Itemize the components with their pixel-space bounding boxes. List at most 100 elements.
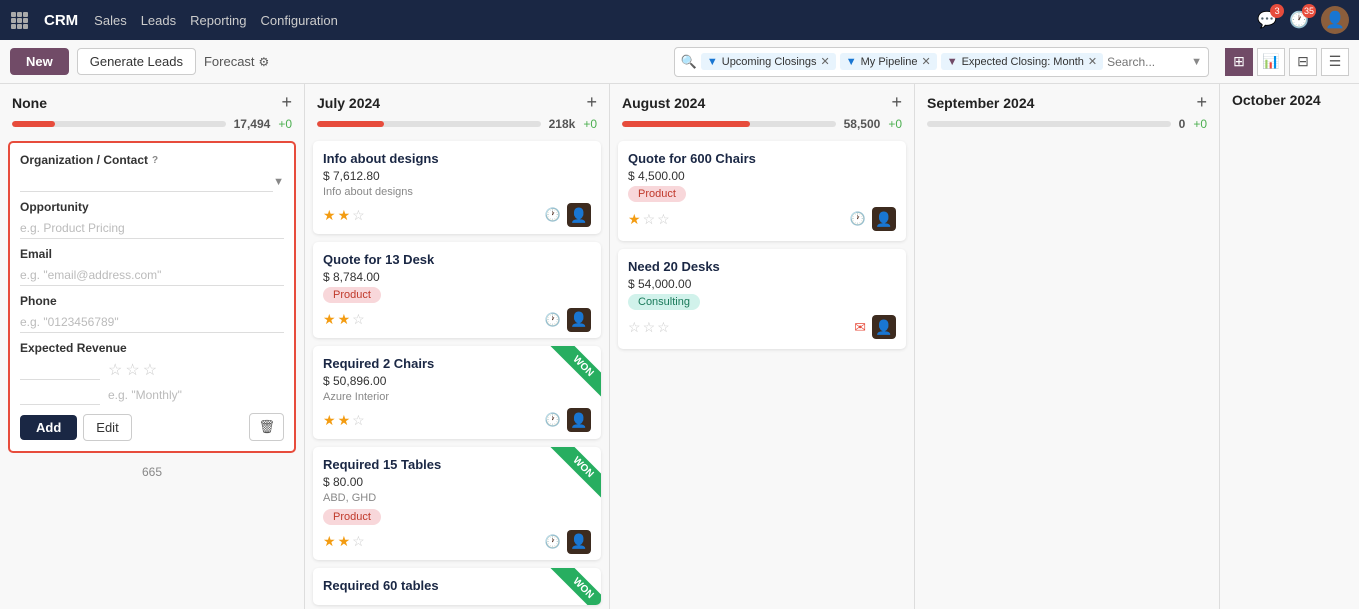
card-quote-13desk[interactable]: Quote for 13 Desk $ 8,784.00 Product ★ ★… (313, 242, 601, 339)
column-august-amount: 58,500 (844, 117, 881, 131)
card-need-20desks[interactable]: Need 20 Desks $ 54,000.00 Consulting ☆ ☆… (618, 249, 906, 349)
edit-button[interactable]: Edit (83, 414, 131, 441)
column-july-cards: Info about designs $ 7,612.80 Info about… (305, 137, 609, 609)
gear-icon[interactable]: ⚙ (259, 55, 270, 69)
column-july-plus: +0 (583, 117, 597, 131)
revenue-input[interactable]: $ 0.00 (20, 359, 100, 380)
tag-consulting: Consulting (628, 294, 700, 310)
email-input[interactable] (20, 265, 284, 286)
org-contact-input-row: ▼ (20, 171, 284, 192)
column-none-add-icon[interactable]: + (281, 92, 292, 113)
card-avatar: 👤 (567, 530, 591, 554)
card-footer: ★ ★ ☆ 🕐 👤 (323, 203, 591, 227)
new-button[interactable]: New (10, 48, 69, 75)
filter-my-pipeline[interactable]: ▼ My Pipeline ✕ (840, 53, 937, 70)
card-icons: ✉ 👤 (854, 315, 896, 339)
filter-close-icon-2[interactable]: ✕ (921, 55, 930, 68)
card-tags: Product (323, 287, 591, 303)
star-1: ★ (323, 207, 336, 224)
search-dropdown-icon[interactable]: ▼ (1191, 56, 1202, 68)
column-september-add-icon[interactable]: + (1196, 92, 1207, 113)
user-avatar[interactable]: 👤 (1321, 6, 1349, 34)
star-3[interactable]: ☆ (143, 360, 157, 380)
card-required-60tables[interactable]: WON Required 60 tables (313, 568, 601, 605)
card-title: Quote for 600 Chairs (628, 151, 896, 166)
filter-close-icon[interactable]: ✕ (821, 55, 830, 68)
search-input[interactable] (1107, 55, 1187, 69)
card-stars: ★ ★ ☆ (323, 412, 365, 429)
card-required-15tables[interactable]: WON Required 15 Tables $ 80.00 ABD, GHD … (313, 447, 601, 560)
column-september2024: September 2024 + 0 +0 (915, 84, 1220, 609)
card-icons: 🕐 👤 (850, 207, 896, 231)
clock-icon: 🕐 (545, 312, 561, 328)
search-icon: 🔍 (681, 54, 697, 70)
column-august-progress (622, 121, 836, 127)
phone-row: Phone (20, 294, 284, 333)
delete-button[interactable]: 🗑 (249, 413, 284, 441)
nav-configuration[interactable]: Configuration (261, 13, 338, 28)
help-icon: ? (152, 155, 158, 166)
card-title: Info about designs (323, 151, 591, 166)
view-toggle: ⊞ 📊 ⊟ ☰ (1225, 48, 1349, 76)
monthly-row: $ 0.00 e.g. "Monthly" (20, 384, 284, 405)
star-3: ☆ (352, 207, 365, 224)
graph-view-button[interactable]: 📊 (1257, 48, 1285, 76)
column-october-title: October 2024 (1232, 92, 1321, 108)
star-3: ☆ (657, 319, 670, 336)
clock-icon: 🕐 (545, 207, 561, 223)
opportunity-input[interactable] (20, 218, 284, 239)
toolbar: New Generate Leads Forecast ⚙ 🔍 ▼ Upcomi… (0, 40, 1359, 84)
app-grid-icon[interactable] (10, 11, 28, 29)
column-september-stats: 0 +0 (915, 117, 1219, 137)
column-august-add-icon[interactable]: + (891, 92, 902, 113)
activity-icon[interactable]: 🕐 35 (1289, 10, 1309, 30)
org-contact-dropdown-icon[interactable]: ▼ (273, 176, 284, 188)
org-contact-input[interactable] (20, 171, 273, 192)
card-footer: ☆ ☆ ☆ ✉ 👤 (628, 315, 896, 339)
filter-expected-closing[interactable]: ▼ Expected Closing: Month ✕ (941, 53, 1103, 70)
card-info-designs[interactable]: Info about designs $ 7,612.80 Info about… (313, 141, 601, 234)
star-2: ★ (338, 412, 351, 429)
nav-reporting[interactable]: Reporting (190, 13, 246, 28)
nav-icons: 💬 3 🕐 35 👤 (1257, 6, 1349, 34)
star-3: ☆ (352, 311, 365, 328)
card-icons: 🕐 👤 (545, 530, 591, 554)
generate-leads-button[interactable]: Generate Leads (77, 48, 196, 75)
star-2[interactable]: ☆ (125, 360, 139, 380)
messages-icon[interactable]: 💬 3 (1257, 10, 1277, 30)
column-july-add-icon[interactable]: + (586, 92, 597, 113)
forecast-link[interactable]: Forecast ⚙ (204, 54, 269, 69)
add-button[interactable]: Add (20, 415, 77, 440)
star-1[interactable]: ☆ (108, 360, 122, 380)
message-count: 3 (1270, 4, 1284, 18)
opportunity-row: Opportunity (20, 200, 284, 239)
nav-sales[interactable]: Sales (94, 13, 127, 28)
email-icon: ✉ (854, 319, 866, 336)
card-amount: $ 8,784.00 (323, 270, 591, 284)
monthly-input[interactable]: $ 0.00 (20, 384, 100, 405)
card-title: Required 15 Tables (323, 457, 591, 472)
card-sub: ABD, GHD (323, 492, 591, 504)
card-required-2chairs[interactable]: WON Required 2 Chairs $ 50,896.00 Azure … (313, 346, 601, 439)
search-bar: 🔍 ▼ Upcoming Closings ✕ ▼ My Pipeline ✕ … (674, 47, 1209, 77)
phone-input[interactable] (20, 312, 284, 333)
card-quote-600chairs[interactable]: Quote for 600 Chairs $ 4,500.00 Product … (618, 141, 906, 241)
column-september-plus: +0 (1193, 117, 1207, 131)
monthly-placeholder: e.g. "Monthly" (108, 388, 182, 402)
card-avatar: 👤 (872, 207, 896, 231)
kanban-view-button[interactable]: ⊞ (1225, 48, 1253, 76)
column-none: None + 17,494 +0 Organization / Contact … (0, 84, 305, 609)
column-october-header: October 2024 (1220, 84, 1359, 112)
list-view-button[interactable]: ⊟ (1289, 48, 1317, 76)
card-footer: ★ ☆ ☆ 🕐 👤 (628, 207, 896, 231)
nav-leads[interactable]: Leads (141, 13, 176, 28)
filter-upcoming-closings[interactable]: ▼ Upcoming Closings ✕ (701, 53, 836, 70)
clock-icon: 🕐 (545, 412, 561, 428)
table-view-button[interactable]: ☰ (1321, 48, 1349, 76)
column-july-progress (317, 121, 541, 127)
card-tags: Consulting (628, 294, 896, 310)
column-none-title: None (12, 95, 47, 111)
column-july-header: July 2024 + (305, 84, 609, 117)
filter-close-icon-3[interactable]: ✕ (1088, 55, 1097, 68)
column-july-stats: 218k +0 (305, 117, 609, 137)
